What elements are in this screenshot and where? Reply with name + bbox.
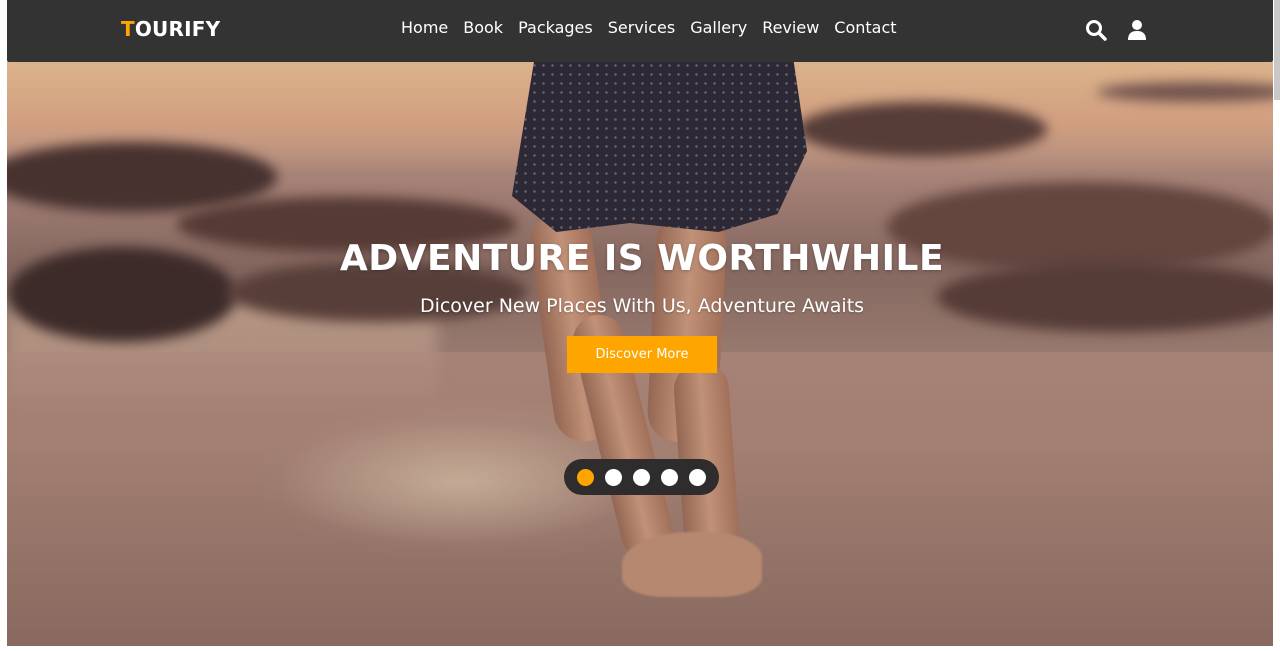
- slider-pagination: [564, 459, 719, 495]
- hero-subtitle: Dicover New Places With Us, Adventure Aw…: [419, 295, 865, 317]
- logo[interactable]: TOURIFY: [121, 17, 220, 41]
- hero-title: ADVENTURE IS WORTHWHILE: [339, 238, 945, 279]
- nav-home[interactable]: Home: [401, 18, 448, 37]
- search-icon[interactable]: [1084, 18, 1108, 42]
- discover-more-button[interactable]: Discover More: [567, 336, 717, 373]
- nav-contact[interactable]: Contact: [834, 18, 896, 37]
- nav-gallery[interactable]: Gallery: [690, 18, 747, 37]
- slider-dot-3[interactable]: [633, 468, 650, 486]
- site-header: TOURIFY Home Book Packages Services Gall…: [7, 0, 1273, 62]
- page-scrollbar[interactable]: [1274, 0, 1280, 100]
- nav-review[interactable]: Review: [762, 18, 819, 37]
- nav-services[interactable]: Services: [608, 18, 675, 37]
- nav-packages[interactable]: Packages: [518, 18, 593, 37]
- slider-dot-4[interactable]: [661, 468, 678, 486]
- hero-section: ADVENTURE IS WORTHWHILE Dicover New Plac…: [7, 62, 1273, 646]
- slider-dot-2[interactable]: [605, 468, 622, 486]
- header-icons: [1084, 18, 1149, 42]
- logo-first-letter: T: [121, 17, 135, 41]
- slider-dot-1[interactable]: [577, 468, 594, 486]
- page: TOURIFY Home Book Packages Services Gall…: [7, 0, 1273, 651]
- nav-book[interactable]: Book: [463, 18, 503, 37]
- user-icon[interactable]: [1125, 18, 1149, 42]
- logo-text: OURIFY: [134, 17, 221, 41]
- slider-dot-5[interactable]: [689, 468, 706, 486]
- main-nav: Home Book Packages Services Gallery Revi…: [401, 18, 897, 37]
